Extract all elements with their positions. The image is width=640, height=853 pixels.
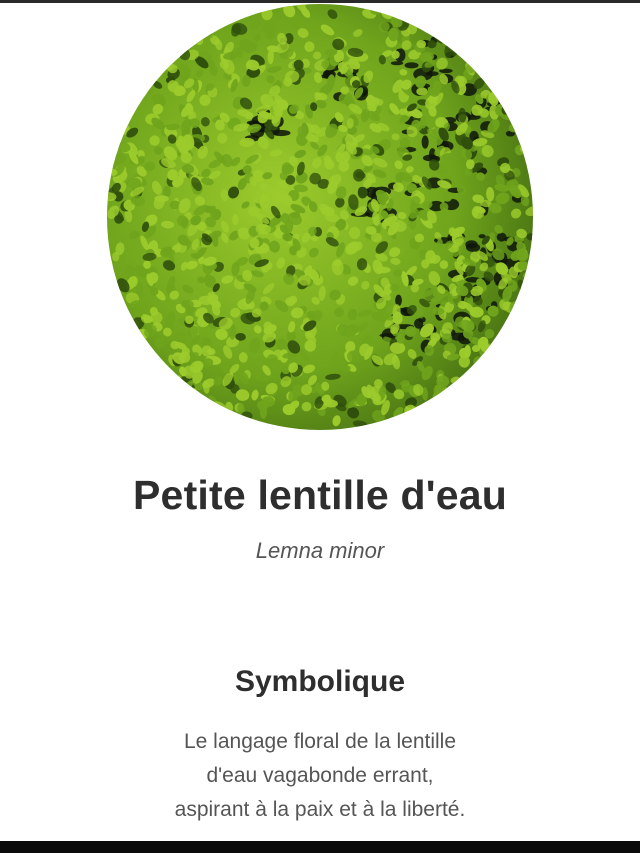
bottom-bar [0,841,640,853]
plant-common-name: Petite lentille d'eau [133,472,507,518]
symbolism-line: d'eau vagabonde errant, [206,764,434,787]
plant-photo [107,4,533,430]
symbolism-heading: Symbolique [234,665,406,698]
duckweed-image [107,4,533,430]
symbolism-line: aspirant à la paix et à la liberté. [174,798,466,821]
top-divider [0,0,640,3]
plant-scientific-name: Lemna minor [255,538,385,563]
symbolism-text: Le langage floral de la lentille d'eau v… [120,725,520,827]
symbolism-line: Le langage floral de la lentille [183,730,457,753]
